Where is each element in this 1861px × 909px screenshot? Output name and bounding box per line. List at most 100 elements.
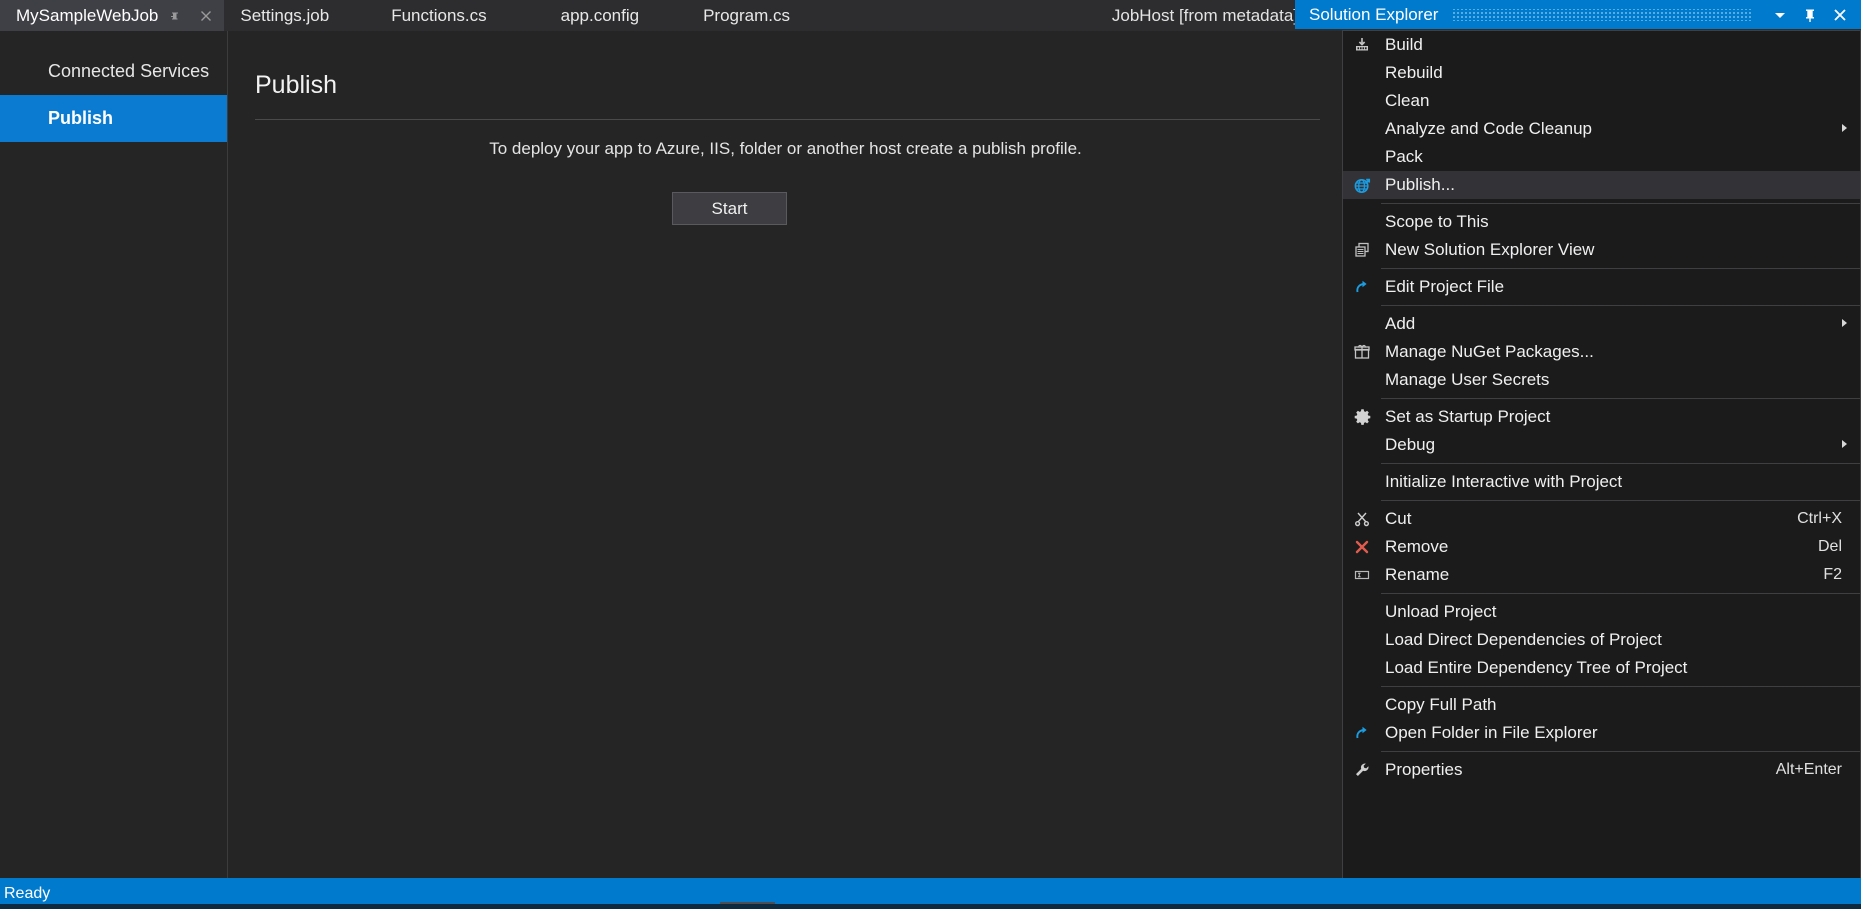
menu-item-analyze-and-code-cleanup[interactable]: Analyze and Code Cleanup	[1343, 115, 1860, 143]
menu-item-clean[interactable]: Clean	[1343, 87, 1860, 115]
menu-separator	[1381, 500, 1860, 501]
menu-separator	[1381, 463, 1860, 464]
solution-explorer-header[interactable]: Solution Explorer	[1295, 0, 1861, 29]
menu-item-label: New Solution Explorer View	[1385, 240, 1595, 259]
publish-description: To deploy your app to Azure, IIS, folder…	[489, 139, 1082, 158]
solution-explorer-title: Solution Explorer	[1309, 4, 1439, 24]
publish-globe-icon	[1343, 171, 1381, 199]
menu-item-label: Remove	[1385, 537, 1449, 556]
tab-app-config[interactable]: app.config	[501, 0, 653, 31]
gear-icon	[1343, 403, 1381, 431]
rename-icon	[1343, 561, 1381, 589]
menu-item-label: Load Direct Dependencies of Project	[1385, 630, 1662, 649]
menu-separator	[1381, 686, 1860, 687]
start-button[interactable]: Start	[672, 192, 787, 225]
menu-item-label: Load Entire Dependency Tree of Project	[1385, 658, 1688, 677]
status-bar-underline	[0, 904, 1861, 909]
tab-functions-cs[interactable]: Functions.cs	[343, 0, 500, 31]
chevron-down-icon[interactable]	[1765, 2, 1795, 28]
menu-item-manage-user-secrets[interactable]: Manage User Secrets	[1343, 366, 1860, 394]
menu-item-label: Manage NuGet Packages...	[1385, 342, 1594, 361]
nuget-icon	[1343, 338, 1381, 366]
menu-item-label: Publish...	[1385, 175, 1455, 194]
menu-item-pack[interactable]: Pack	[1343, 143, 1860, 171]
menu-item-label: Scope to This	[1385, 212, 1489, 231]
menu-item-rename[interactable]: Rename F2	[1343, 561, 1860, 589]
menu-item-debug[interactable]: Debug	[1343, 431, 1860, 459]
menu-item-initialize-interactive-with-project[interactable]: Initialize Interactive with Project	[1343, 468, 1860, 496]
menu-item-load-entire-dependency-tree-of-project[interactable]: Load Entire Dependency Tree of Project	[1343, 654, 1860, 682]
menu-icon-empty	[1343, 468, 1381, 496]
sidebar-item-connected-services[interactable]: Connected Services	[0, 48, 227, 95]
menu-icon-empty	[1343, 654, 1381, 682]
close-icon[interactable]	[194, 4, 218, 28]
sidebar-item-label: Publish	[48, 108, 114, 128]
project-context-menu: Build Rebuild Clean Analyze and Code Cleanu…	[1342, 30, 1861, 883]
document-title-text: JobHost [from metadata]	[1111, 5, 1298, 25]
menu-icon-empty	[1343, 208, 1381, 236]
menu-icon-empty	[1343, 691, 1381, 719]
menu-icon-empty	[1343, 115, 1381, 143]
menu-item-label: Open Folder in File Explorer	[1385, 723, 1598, 742]
menu-item-build[interactable]: Build	[1343, 31, 1860, 59]
menu-item-open-folder-in-file-explorer[interactable]: Open Folder in File Explorer	[1343, 719, 1860, 747]
menu-item-copy-full-path[interactable]: Copy Full Path	[1343, 691, 1860, 719]
menu-item-label: Set as Startup Project	[1385, 407, 1551, 426]
scissors-icon	[1343, 505, 1381, 533]
sidebar-item-label: Connected Services	[48, 61, 210, 81]
menu-icon-empty	[1343, 310, 1381, 338]
menu-separator	[1381, 751, 1860, 752]
menu-item-unload-project[interactable]: Unload Project	[1343, 598, 1860, 626]
tab-label: MySampleWebJob	[16, 6, 159, 25]
menu-item-label: Build	[1385, 35, 1423, 54]
menu-item-shortcut: F2	[1823, 566, 1842, 583]
pin-icon[interactable]	[164, 4, 188, 28]
tab-settings-job[interactable]: Settings.job	[224, 0, 343, 31]
menu-item-label: Edit Project File	[1385, 277, 1505, 296]
tab-label: Settings.job	[240, 6, 330, 25]
remove-x-icon	[1343, 533, 1381, 561]
sidebar-item-publish[interactable]: Publish	[0, 95, 227, 142]
publish-sidebar: Connected Services Publish	[0, 31, 228, 878]
menu-separator	[1381, 593, 1860, 594]
menu-separator	[1381, 398, 1860, 399]
tab-program-cs[interactable]: Program.cs	[653, 0, 804, 31]
menu-item-set-as-startup-project[interactable]: Set as Startup Project	[1343, 403, 1860, 431]
submenu-arrow-icon	[1840, 317, 1850, 332]
menu-item-label: Copy Full Path	[1385, 695, 1497, 714]
menu-item-label: Cut	[1385, 509, 1412, 528]
menu-separator	[1381, 305, 1860, 306]
menu-item-rebuild[interactable]: Rebuild	[1343, 59, 1860, 87]
menu-item-load-direct-dependencies-of-project[interactable]: Load Direct Dependencies of Project	[1343, 626, 1860, 654]
menu-icon-empty	[1343, 143, 1381, 171]
menu-item-manage-nuget-packages[interactable]: Manage NuGet Packages...	[1343, 338, 1860, 366]
menu-item-shortcut: Alt+Enter	[1775, 761, 1842, 778]
menu-item-remove[interactable]: Remove Del	[1343, 533, 1860, 561]
menu-item-label: Clean	[1385, 91, 1430, 110]
menu-item-label: Unload Project	[1385, 602, 1497, 621]
menu-item-label: Pack	[1385, 147, 1423, 166]
menu-item-add[interactable]: Add	[1343, 310, 1860, 338]
menu-item-cut[interactable]: Cut Ctrl+X	[1343, 505, 1860, 533]
menu-item-label: Rebuild	[1385, 63, 1443, 82]
close-icon[interactable]	[1825, 2, 1855, 28]
menu-item-new-solution-explorer-view[interactable]: New Solution Explorer View	[1343, 236, 1860, 264]
tab-mysamplewebjob[interactable]: MySampleWebJob	[0, 0, 225, 31]
title-divider	[255, 119, 1320, 120]
pin-icon[interactable]	[1795, 2, 1825, 28]
menu-icon-empty	[1343, 431, 1381, 459]
menu-item-label: Manage User Secrets	[1385, 370, 1550, 389]
submenu-arrow-icon	[1840, 122, 1850, 137]
menu-item-edit-project-file[interactable]: Edit Project File	[1343, 273, 1860, 301]
submenu-arrow-icon	[1840, 438, 1850, 453]
drag-handle[interactable]	[1452, 8, 1751, 21]
page-title: Publish	[255, 71, 337, 99]
tab-label: Program.cs	[703, 6, 791, 25]
menu-icon-empty	[1343, 366, 1381, 394]
tab-label: Functions.cs	[391, 6, 487, 25]
menu-item-label: Properties	[1385, 760, 1463, 779]
menu-item-properties[interactable]: Properties Alt+Enter	[1343, 756, 1860, 784]
menu-icon-empty	[1343, 626, 1381, 654]
menu-item-scope-to-this[interactable]: Scope to This	[1343, 208, 1860, 236]
menu-item-publish[interactable]: Publish...	[1343, 171, 1860, 199]
